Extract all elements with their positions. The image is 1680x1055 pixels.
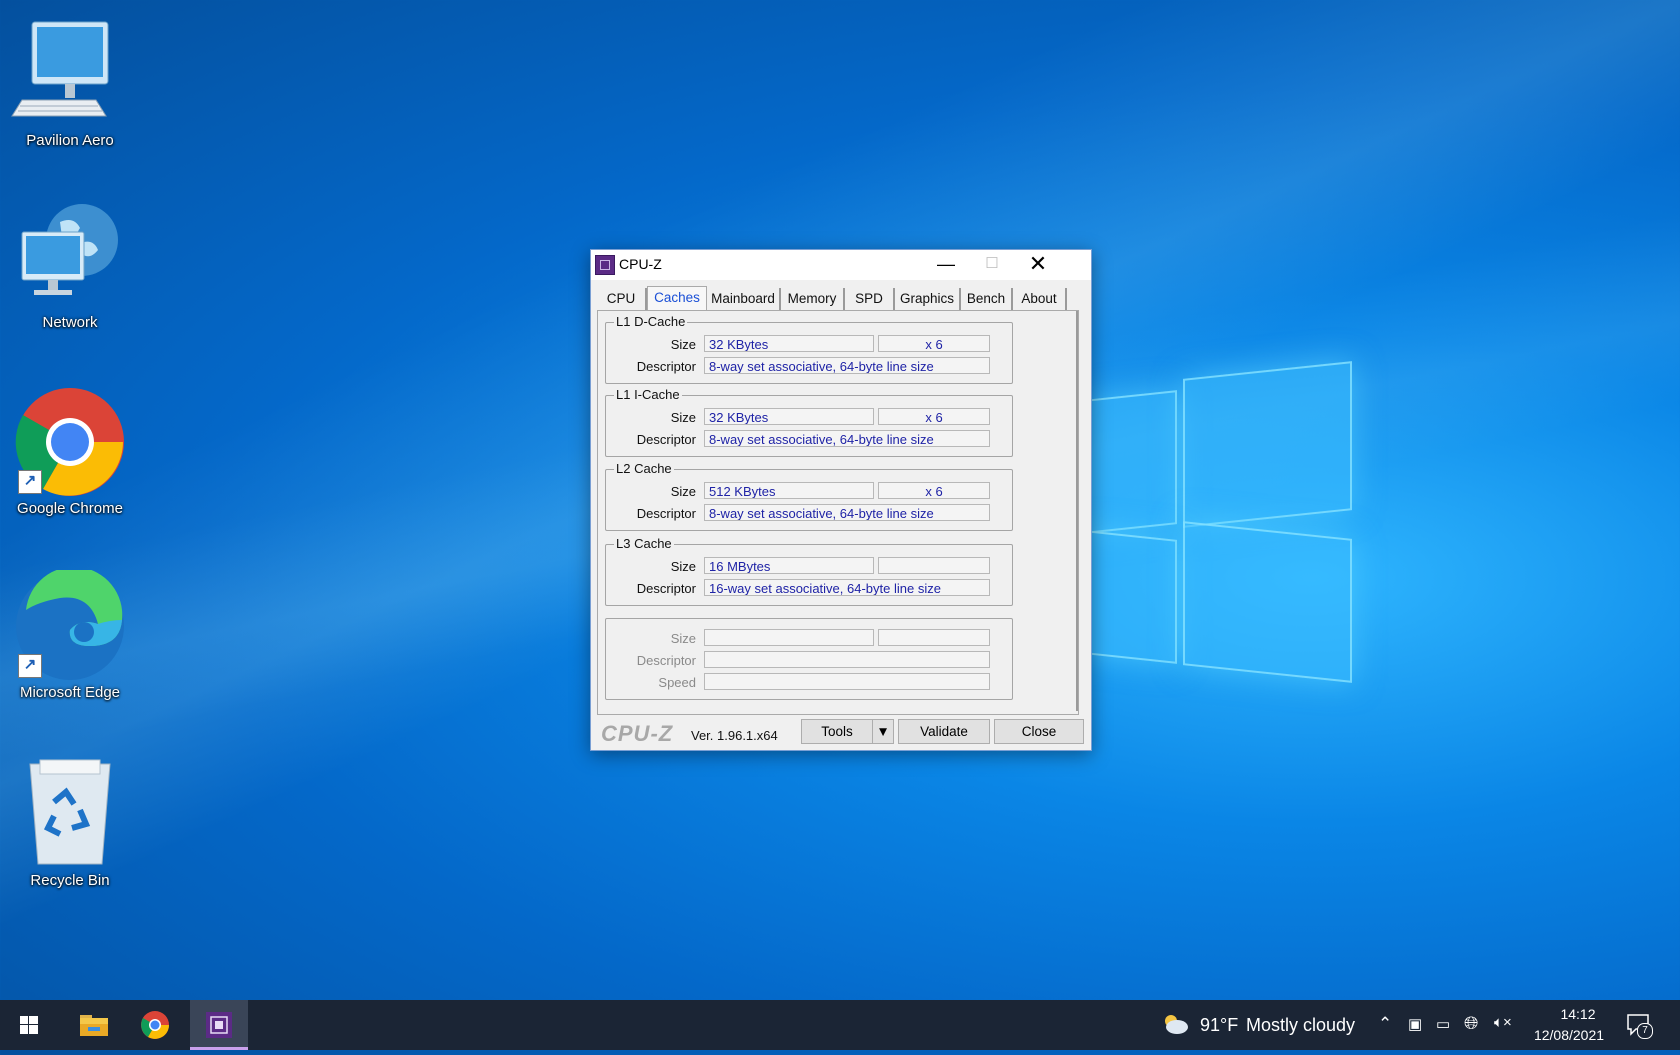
group-title: L1 D-Cache	[614, 314, 688, 329]
size-label: Size	[670, 410, 696, 425]
size-field	[704, 629, 874, 646]
desktop-icon-microsoft-edge[interactable]: ↗ Microsoft Edge	[10, 566, 130, 701]
group-title: L1 I-Cache	[614, 387, 682, 402]
cpuz-window: CPU-Z — ☐ ✕ CPU Caches Mainboard Memory …	[590, 249, 1092, 751]
count-field	[878, 629, 990, 646]
window-title: CPU-Z	[619, 256, 662, 272]
windows-start-icon	[20, 1016, 38, 1034]
weather-temperature[interactable]: 91°F	[1200, 1015, 1238, 1036]
size-label: Size	[670, 559, 696, 574]
shortcut-arrow-icon: ↗	[18, 654, 42, 678]
maximize-button[interactable]: ☐	[969, 250, 1015, 280]
desktop-icon-label: Network	[42, 314, 98, 331]
weather-cloud-icon	[1165, 1015, 1188, 1034]
caches-panel: L1 D-Cache Size 32 KBytes x 6 Descriptor…	[597, 310, 1079, 715]
tab-graphics[interactable]: Graphics	[895, 288, 961, 310]
globe-network-icon[interactable]: 🌐︎	[1464, 1013, 1478, 1034]
recycle-bin-icon	[10, 758, 130, 870]
cpuz-brand-logo: CPU-Z	[601, 721, 674, 746]
weather-condition[interactable]: Mostly cloudy	[1246, 1015, 1355, 1036]
descriptor-label: Descriptor	[636, 581, 696, 596]
close-window-button[interactable]: ✕	[1015, 250, 1061, 280]
network-icon	[10, 200, 130, 312]
l1d-cache-group: L1 D-Cache Size 32 KBytes x 6 Descriptor…	[605, 314, 1013, 384]
desktop-icon-label: Microsoft Edge	[19, 684, 121, 701]
descriptor-label: Descriptor	[636, 359, 696, 374]
desktop-icon-pavilion-aero[interactable]: Pavilion Aero	[10, 18, 130, 149]
descriptor-field: 8-way set associative, 64-byte line size	[704, 504, 990, 521]
chrome-icon	[141, 1011, 169, 1039]
count-field	[878, 557, 990, 574]
start-button[interactable]	[0, 1000, 58, 1050]
descriptor-label: Descriptor	[636, 506, 696, 521]
count-field: x 6	[878, 408, 990, 425]
cpuz-app-icon	[595, 255, 615, 275]
size-field: 32 KBytes	[704, 335, 874, 352]
tab-memory[interactable]: Memory	[781, 288, 845, 310]
size-label: Size	[670, 631, 696, 646]
shortcut-arrow-icon: ↗	[18, 470, 42, 494]
desktop-icon-label: Google Chrome	[17, 500, 123, 517]
desktop-icon-google-chrome[interactable]: ↗ Google Chrome	[10, 386, 130, 517]
minimize-button[interactable]: —	[923, 250, 969, 280]
descriptor-field: 8-way set associative, 64-byte line size	[704, 357, 990, 374]
chrome-icon: ↗	[10, 386, 130, 498]
size-field: 32 KBytes	[704, 408, 874, 425]
notification-count-badge: 7	[1637, 1023, 1653, 1039]
tab-cpu[interactable]: CPU	[597, 288, 647, 310]
taskbar: 91°F Mostly cloudy ⌃ ▣ ▭ 🌐︎ 🔈︎× 14:12 12…	[0, 1000, 1680, 1050]
speed-label: Speed	[658, 675, 696, 690]
desktop-icon-network[interactable]: Network	[10, 200, 130, 331]
taskbar-chrome[interactable]	[126, 1000, 184, 1050]
chevron-up-icon[interactable]: ⌃	[1378, 1014, 1392, 1034]
l1i-cache-group: L1 I-Cache Size 32 KBytes x 6 Descriptor…	[605, 387, 1013, 457]
desktop-icon-label: Pavilion Aero	[26, 132, 114, 149]
desktop-icon-label: Recycle Bin	[30, 872, 110, 889]
descriptor-label: Descriptor	[636, 653, 696, 668]
tab-caches[interactable]: Caches	[647, 286, 707, 312]
size-field: 16 MBytes	[704, 557, 874, 574]
clock-time[interactable]: 14:12	[1548, 1006, 1608, 1022]
battery-icon[interactable]: ▭	[1436, 1015, 1450, 1033]
speed-field	[704, 673, 990, 690]
descriptor-field: 16-way set associative, 64-byte line siz…	[704, 579, 990, 596]
title-bar[interactable]: CPU-Z — ☐ ✕	[591, 250, 1091, 280]
size-label: Size	[670, 484, 696, 499]
descriptor-label: Descriptor	[636, 432, 696, 447]
version-text: Ver. 1.96.1.x64	[691, 728, 778, 743]
meet-now-icon[interactable]: ▣	[1408, 1015, 1422, 1033]
extra-cache-group: Size Descriptor Speed	[605, 618, 1013, 700]
computer-icon	[10, 18, 130, 130]
clock-date[interactable]: 12/08/2021	[1528, 1027, 1610, 1043]
descriptor-field	[704, 651, 990, 668]
windows-logo-wallpaper	[1085, 361, 1352, 683]
cpuz-app-icon	[206, 1012, 232, 1038]
desktop-icon-recycle-bin[interactable]: Recycle Bin	[10, 758, 130, 889]
size-label: Size	[670, 337, 696, 352]
count-field: x 6	[878, 482, 990, 499]
validate-button[interactable]: Validate	[898, 719, 990, 744]
tools-button[interactable]: Tools	[801, 719, 873, 744]
notification-center-button[interactable]: 7	[1626, 1013, 1653, 1039]
footer-bar: CPU-Z Ver. 1.96.1.x64 Tools ▼ Validate C…	[591, 713, 1091, 749]
size-field: 512 KBytes	[704, 482, 874, 499]
tools-dropdown-button[interactable]: ▼	[872, 719, 894, 744]
tab-mainboard[interactable]: Mainboard	[707, 288, 781, 310]
edge-icon: ↗	[10, 566, 130, 682]
volume-muted-icon[interactable]: 🔈︎×	[1494, 1014, 1512, 1031]
tab-spd[interactable]: SPD	[845, 288, 895, 310]
group-title: L3 Cache	[614, 536, 674, 551]
taskbar-file-explorer[interactable]	[64, 1000, 122, 1050]
count-field: x 6	[878, 335, 990, 352]
folder-icon	[80, 1015, 108, 1036]
panel-divider	[1076, 311, 1078, 711]
l3-cache-group: L3 Cache Size 16 MBytes Descriptor 16-wa…	[605, 536, 1013, 606]
tab-about[interactable]: About	[1013, 288, 1067, 310]
tab-bench[interactable]: Bench	[961, 288, 1013, 310]
taskbar-cpuz[interactable]	[190, 1000, 248, 1050]
descriptor-field: 8-way set associative, 64-byte line size	[704, 430, 990, 447]
close-button[interactable]: Close	[994, 719, 1084, 744]
group-title: L2 Cache	[614, 461, 674, 476]
l2-cache-group: L2 Cache Size 512 KBytes x 6 Descriptor …	[605, 461, 1013, 531]
